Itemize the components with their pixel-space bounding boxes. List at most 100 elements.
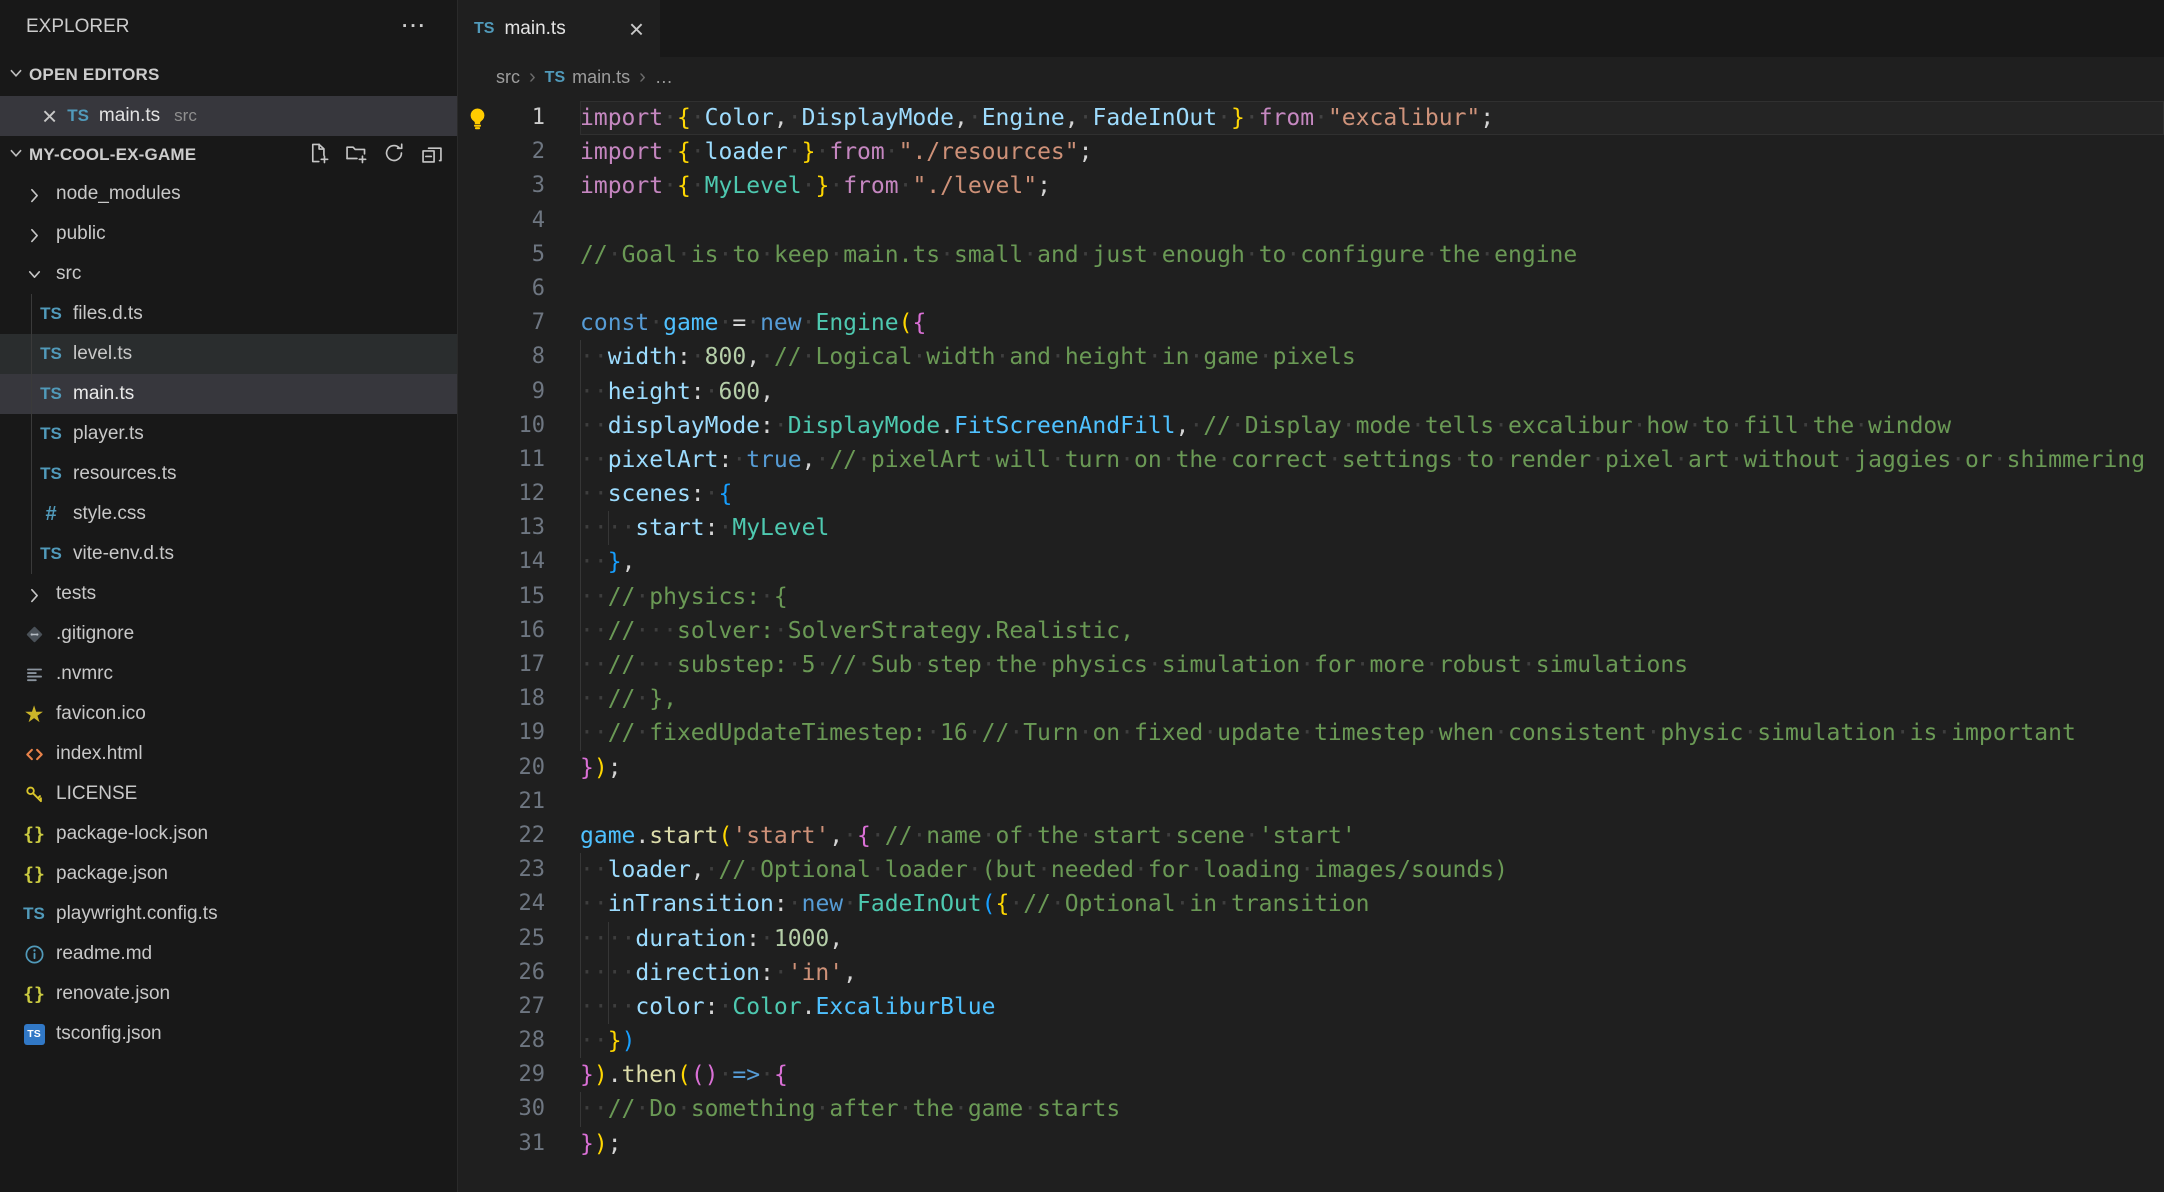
tree-item-package-json[interactable]: {} package.json bbox=[0, 854, 457, 894]
code-text: import·{·MyLevel·}·from·"./level"; bbox=[580, 173, 1051, 200]
code-line-10[interactable]: 10 ··displayMode:·DisplayMode.FitScreenAn… bbox=[458, 408, 2164, 443]
breadcrumb-segment[interactable]: src bbox=[496, 67, 520, 88]
file-tree: node_modules public src TS files.d.ts TS level… bbox=[0, 174, 457, 1054]
code-line-26[interactable]: 26 ····direction:·'in', bbox=[458, 955, 2164, 990]
gutter bbox=[458, 1127, 502, 1161]
breadcrumb-segment[interactable]: … bbox=[655, 67, 673, 88]
breadcrumb-segment[interactable]: TS main.ts bbox=[545, 67, 630, 88]
section-open-editors[interactable]: OPEN EDITORS bbox=[0, 54, 457, 96]
close-icon[interactable]: × bbox=[629, 16, 644, 42]
tree-item-license[interactable]: LICENSE bbox=[0, 774, 457, 814]
gutter bbox=[458, 990, 502, 1024]
line-number: 5 bbox=[531, 241, 545, 267]
code-line-29[interactable]: 29}).then(()·=>·{ bbox=[458, 1058, 2164, 1092]
tab-main-ts[interactable]: TS main.ts × bbox=[458, 0, 660, 57]
code-text: ··//···solver:·SolverStrategy.Realistic, bbox=[580, 613, 2164, 648]
gutter bbox=[458, 648, 502, 682]
tree-item-files-d-ts[interactable]: TS files.d.ts bbox=[0, 294, 457, 334]
tree-item-package-lock-json[interactable]: {} package-lock.json bbox=[0, 814, 457, 854]
code-text: }); bbox=[580, 1130, 622, 1157]
code-text: ··pixelArt:·true,·//·pixelArt·will·turn·… bbox=[580, 442, 2164, 478]
tree-item-public[interactable]: public bbox=[0, 214, 457, 254]
tree-item-renovate-json[interactable]: {} renovate.json bbox=[0, 974, 457, 1014]
tree-item-src[interactable]: src bbox=[0, 254, 457, 294]
tree-item-tsconfig-json[interactable]: TS tsconfig.json bbox=[0, 1014, 457, 1054]
tree-item-style-css[interactable]: # style.css bbox=[0, 494, 457, 534]
close-icon[interactable]: × bbox=[42, 103, 57, 129]
tree-item-readme-md[interactable]: readme.md bbox=[0, 934, 457, 974]
refresh-icon[interactable] bbox=[383, 142, 405, 169]
collapse-all-icon[interactable] bbox=[421, 142, 443, 169]
more-actions-icon[interactable]: ··· bbox=[402, 16, 427, 38]
section-project[interactable]: MY-COOL-EX-GAME bbox=[0, 136, 457, 174]
code-line-23[interactable]: 23 ··loader,·//·Optional·loader·(but·need… bbox=[458, 853, 2164, 888]
line-number: 19 bbox=[518, 720, 546, 746]
code-line-15[interactable]: 15 ··//·physics:·{ bbox=[458, 579, 2164, 614]
code-line-21[interactable]: 21 bbox=[458, 785, 2164, 819]
tree-item-label: index.html bbox=[56, 743, 143, 764]
breadcrumb-label: src bbox=[496, 67, 520, 87]
code-line-19[interactable]: 19 ··//·fixedUpdateTimestep:·16·//·Turn·o… bbox=[458, 716, 2164, 751]
code-line-9[interactable]: 9 ··height:·600, bbox=[458, 374, 2164, 409]
tree-item-label: renovate.json bbox=[56, 983, 171, 1004]
code-line-17[interactable]: 17 ··//···substep:·5·//·Sub·step·the·phys… bbox=[458, 648, 2164, 683]
tree-item-favicon-ico[interactable]: ★ favicon.ico bbox=[0, 694, 457, 734]
tree-item-player-ts[interactable]: TS player.ts bbox=[0, 414, 457, 454]
code-line-27[interactable]: 27 ····color:·Color.ExcaliburBlue bbox=[458, 989, 2164, 1025]
code-line-4[interactable]: 4 bbox=[458, 204, 2164, 238]
code-text: ··//·}, bbox=[580, 682, 2164, 717]
code-line-30[interactable]: 30 ··//·Do·something·after·the·game·start… bbox=[458, 1092, 2164, 1127]
code-line-24[interactable]: 24 ··inTransition:·new·FadeInOut({·//·Opt… bbox=[458, 887, 2164, 922]
gutter bbox=[458, 169, 502, 203]
json-file-icon: {} bbox=[23, 823, 45, 845]
tree-item-label: package.json bbox=[56, 863, 168, 884]
ts-file-icon: TS bbox=[67, 106, 89, 125]
tree-item-main-ts[interactable]: TS main.ts bbox=[0, 374, 457, 414]
code-line-5[interactable]: 5 //·Goal·is·to·keep·main.ts·small·and·ju… bbox=[458, 238, 2164, 272]
code-line-12[interactable]: 12 ··scenes:·{ bbox=[458, 477, 2164, 512]
code-line-2[interactable]: 2 import·{·loader·}·from·"./resources"; bbox=[458, 135, 2164, 169]
code-line-18[interactable]: 18 ··//·}, bbox=[458, 682, 2164, 717]
line-number: 23 bbox=[518, 857, 546, 883]
code-line-14[interactable]: 14 ··}, bbox=[458, 545, 2164, 580]
code-line-1[interactable]: 1 import·{·Color,·DisplayMode,·Engine,·Fa… bbox=[458, 101, 2164, 136]
code-line-13[interactable]: 13 ····start:·MyLevel bbox=[458, 511, 2164, 546]
gutter bbox=[458, 340, 502, 374]
tree-item-index-html[interactable]: index.html bbox=[0, 734, 457, 774]
tree-item-playwright-config-ts[interactable]: TS playwright.config.ts bbox=[0, 894, 457, 934]
code-line-3[interactable]: 3 import·{·MyLevel·}·from·"./level"; bbox=[458, 169, 2164, 203]
code-line-6[interactable]: 6 bbox=[458, 272, 2164, 306]
lightbulb-icon[interactable] bbox=[458, 101, 502, 135]
code-text: ··}) bbox=[580, 1024, 2164, 1059]
code-line-25[interactable]: 25 ····duration:·1000, bbox=[458, 921, 2164, 956]
code-line-20[interactable]: 20}); bbox=[458, 751, 2164, 785]
code-line-22[interactable]: 22 game.start('start',·{·//·name·of·the·s… bbox=[458, 819, 2164, 853]
tree-item-nvmrc[interactable]: .nvmrc bbox=[0, 654, 457, 694]
gutter bbox=[458, 1058, 502, 1092]
line-number: 12 bbox=[518, 481, 546, 507]
open-editor-item[interactable]: × TS main.ts src bbox=[0, 96, 457, 136]
star-file-icon: ★ bbox=[23, 700, 45, 727]
tree-item-label: tsconfig.json bbox=[56, 1023, 162, 1044]
tree-item-gitignore[interactable]: .gitignore bbox=[0, 614, 457, 654]
tree-item-vite-env-d-ts[interactable]: TS vite-env.d.ts bbox=[0, 534, 457, 574]
new-folder-icon[interactable] bbox=[345, 142, 367, 169]
code-line-16[interactable]: 16 ··//···solver:·SolverStrategy.Realisti… bbox=[458, 613, 2164, 648]
tree-item-level-ts[interactable]: TS level.ts bbox=[0, 334, 457, 374]
tree-item-label: public bbox=[56, 223, 106, 244]
tree-item-resources-ts[interactable]: TS resources.ts bbox=[0, 454, 457, 494]
tree-item-label: files.d.ts bbox=[73, 303, 143, 324]
code-line-28[interactable]: 28 ··}) bbox=[458, 1024, 2164, 1059]
tree-item-tests[interactable]: tests bbox=[0, 574, 457, 614]
ts-file-icon: TS bbox=[23, 904, 45, 923]
tree-item-node-modules[interactable]: node_modules bbox=[0, 174, 457, 214]
code-line-31[interactable]: 31}); bbox=[458, 1127, 2164, 1161]
code-text: }).then(()·=>·{ bbox=[580, 1062, 788, 1089]
code-line-11[interactable]: 11 ··pixelArt:·true,·//·pixelArt·will·tur… bbox=[458, 442, 2164, 478]
code-line-8[interactable]: 8 ··width:·800,·//·Logical·width·and·heig… bbox=[458, 340, 2164, 375]
new-file-icon[interactable] bbox=[307, 142, 329, 169]
code-line-7[interactable]: 7 const·game·=·new·Engine({ bbox=[458, 306, 2164, 340]
ts-file-icon: TS bbox=[544, 68, 566, 86]
tsconfig-file-icon: TS bbox=[19, 1021, 49, 1047]
